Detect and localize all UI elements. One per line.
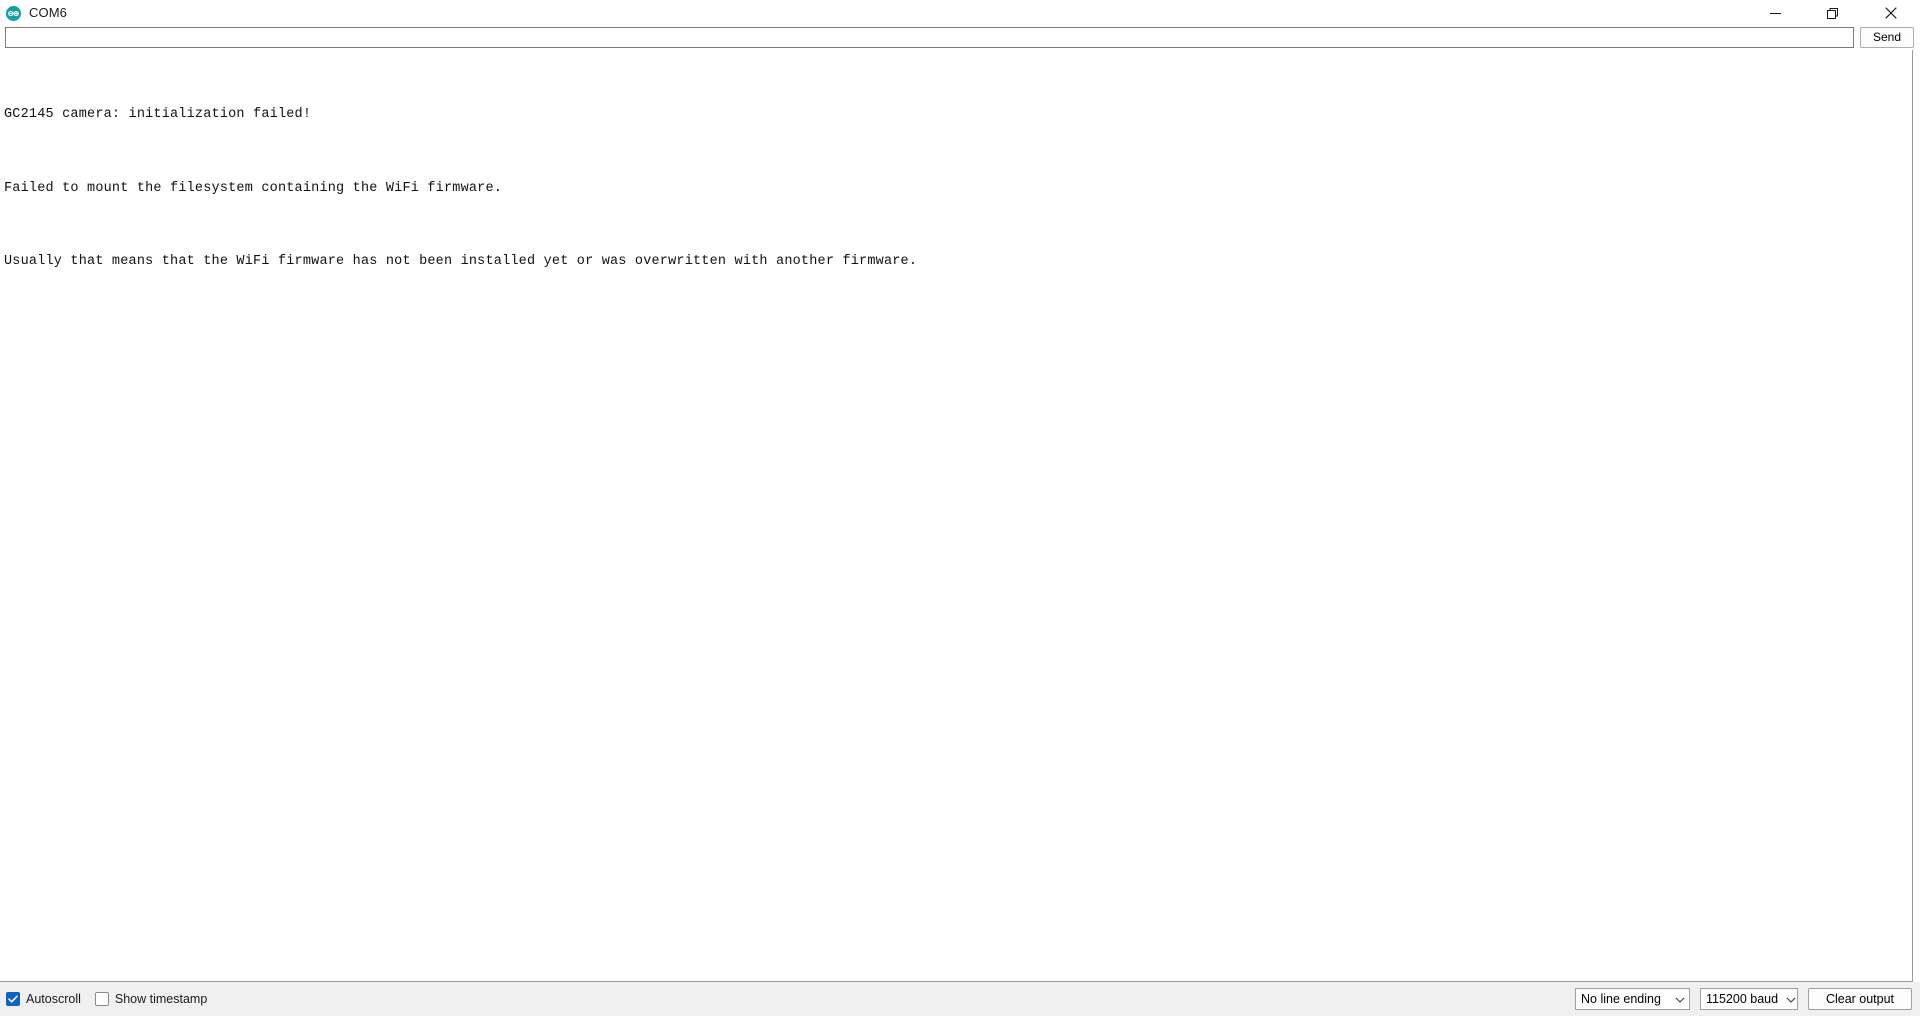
title-bar-left: COM6 [0, 5, 67, 21]
serial-monitor-window: COM6 Send GC2145 camera: initialization … [0, 0, 1920, 1016]
autoscroll-label: Autoscroll [26, 992, 81, 1006]
check-icon [8, 995, 18, 1003]
baud-rate-select[interactable]: 115200 baud [1700, 988, 1798, 1010]
restore-icon[interactable] [1804, 0, 1862, 26]
title-bar: COM6 [0, 0, 1920, 26]
show-timestamp-checkbox[interactable]: Show timestamp [94, 992, 208, 1006]
chevron-down-icon [1675, 990, 1685, 1008]
close-icon[interactable] [1862, 0, 1920, 26]
console-line: Usually that means that the WiFi firmwar… [4, 254, 918, 269]
console-line: Failed to mount the filesystem containin… [4, 180, 503, 196]
baud-rate-value: 115200 baud [1706, 992, 1779, 1006]
status-bar: Autoscroll Show timestamp No line ending [0, 982, 1920, 1016]
status-bar-right: No line ending 115200 baud Clear output [1575, 988, 1912, 1010]
arduino-infinity-icon [6, 5, 21, 21]
autoscroll-checkbox[interactable]: Autoscroll [6, 992, 81, 1006]
line-ending-value: No line ending [1581, 992, 1661, 1006]
show-timestamp-checkbox-box[interactable] [94, 992, 109, 1006]
autoscroll-checkbox-box[interactable] [6, 992, 20, 1006]
window-title: COM6 [29, 5, 67, 20]
send-button[interactable]: Send [1860, 27, 1914, 48]
status-bar-left: Autoscroll Show timestamp [6, 992, 207, 1006]
chevron-down-icon [1786, 990, 1796, 1008]
line-ending-select[interactable]: No line ending [1575, 988, 1690, 1010]
console-line: GC2145 camera: initialization failed! [4, 107, 312, 122]
console-text: GC2145 camera: initialization failed! Fa… [4, 54, 1910, 324]
console-output[interactable]: GC2145 camera: initialization failed! Fa… [0, 50, 1913, 982]
minimize-icon[interactable] [1746, 0, 1804, 26]
show-timestamp-label: Show timestamp [114, 992, 208, 1006]
send-input[interactable] [5, 27, 1854, 48]
clear-output-button[interactable]: Clear output [1808, 988, 1912, 1010]
send-row: Send [0, 26, 1920, 49]
window-controls [1746, 0, 1920, 26]
